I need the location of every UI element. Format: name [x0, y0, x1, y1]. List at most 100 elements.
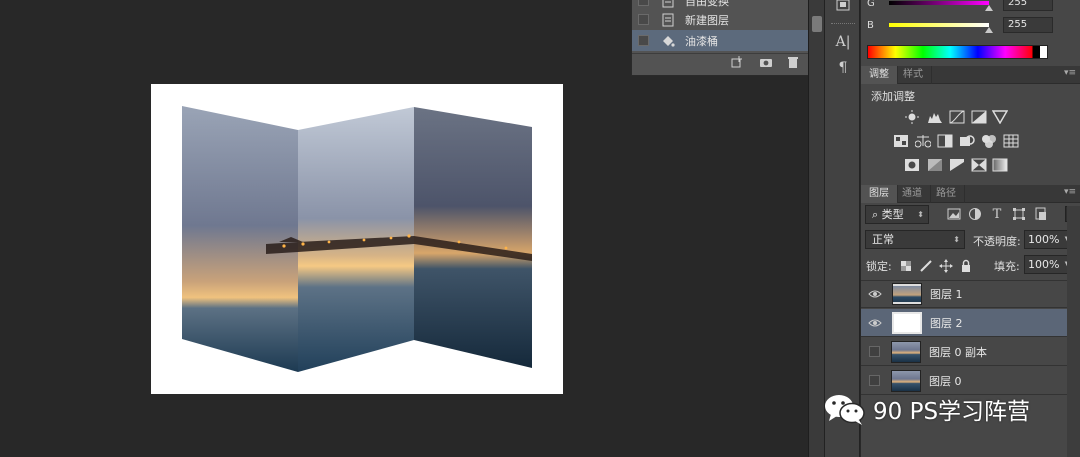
curves-icon[interactable] [949, 110, 965, 124]
levels-icon[interactable] [927, 110, 943, 124]
layer-name: 图层 2 [930, 316, 963, 330]
document-canvas[interactable] [151, 84, 563, 394]
history-item-label: 油漆桶 [685, 34, 718, 48]
hue-saturation-icon[interactable] [893, 134, 909, 148]
lock-label: 锁定: [866, 260, 892, 273]
panel-menu-icon[interactable]: ▾≡ [1064, 187, 1076, 197]
filter-adjustment-layer-icon[interactable] [968, 207, 982, 221]
color-spectrum-ramp[interactable] [867, 45, 1048, 59]
color-lookup-icon[interactable] [1003, 134, 1019, 148]
color-balance-icon[interactable] [915, 134, 931, 148]
trash-icon[interactable] [786, 56, 800, 68]
tab-layers[interactable]: 图层 [861, 185, 898, 203]
fill-value: 100% [1028, 258, 1060, 271]
adjustments-title: 添加调整 [871, 90, 915, 103]
history-item-label: 自由变换 [685, 0, 729, 8]
layer-filter-select[interactable]: ⌕ 类型 ⬍ [865, 205, 929, 224]
black-white-icon[interactable] [937, 134, 953, 148]
panel-dock-scrollbar[interactable] [808, 0, 824, 457]
visibility-toggle[interactable] [869, 346, 880, 357]
layers-scrollbar[interactable] [1067, 206, 1080, 457]
lock-transparent-pixels-icon[interactable] [899, 259, 913, 273]
history-item-selected[interactable]: 油漆桶 [632, 30, 810, 51]
search-icon: ⌕ [872, 208, 879, 221]
filter-kind-value: 类型 [881, 208, 904, 221]
eye-icon[interactable] [865, 316, 885, 330]
channel-slider[interactable] [889, 23, 993, 33]
posterize-icon[interactable] [927, 158, 943, 172]
watermark: 90 PS学习阵营 [823, 389, 1030, 429]
color-swatch-icon[interactable] [833, 0, 853, 18]
history-item[interactable]: 新建图层 [632, 9, 810, 30]
paragraph-icon[interactable]: ¶ [833, 59, 853, 77]
divider [831, 23, 855, 25]
document-icon [662, 0, 674, 7]
photo-filter-icon[interactable] [959, 134, 975, 148]
slider-knob[interactable] [985, 27, 993, 33]
tab-channels[interactable]: 通道 [894, 185, 931, 203]
layer-thumbnail [891, 340, 921, 363]
color-slider-b[interactable]: B 255 [867, 17, 1053, 33]
history-state-checkbox[interactable] [638, 14, 649, 25]
lock-all-icon[interactable] [959, 259, 973, 273]
invert-icon[interactable] [904, 158, 920, 172]
folded-photo-artwork [182, 106, 532, 372]
color-slider-g[interactable]: G 255 [867, 0, 1053, 11]
history-item-label: 新建图层 [685, 13, 729, 27]
watermark-text: 90 PS学习阵营 [873, 399, 1031, 425]
opacity-value: 100% [1028, 233, 1060, 246]
layer-row[interactable]: 图层 0 副本 [861, 338, 1067, 366]
exposure-icon[interactable] [971, 110, 987, 124]
layer-name: 图层 1 [930, 288, 963, 301]
tab-styles[interactable]: 样式 [895, 66, 932, 84]
blend-mode-value: 正常 [872, 233, 894, 246]
snapshot-camera-icon[interactable] [759, 56, 773, 68]
channel-slider[interactable] [889, 1, 993, 11]
filter-pixel-layer-icon[interactable] [947, 207, 961, 221]
layer-row-selected[interactable]: 图层 2 [861, 309, 1067, 337]
layer-name: 图层 0 副本 [929, 345, 987, 359]
history-panel: 自由变换 新建图层 油漆桶 [631, 0, 822, 76]
wechat-icon [825, 395, 865, 425]
channel-mixer-icon[interactable] [981, 134, 997, 148]
character-icon[interactable]: A| [833, 33, 853, 51]
channel-label: B [867, 19, 874, 31]
visibility-toggle[interactable] [869, 375, 880, 386]
layers-tabs: 图层 通道 路径 ▾≡ [861, 185, 1080, 203]
lock-position-icon[interactable] [939, 259, 953, 273]
gradient-map-icon[interactable] [992, 158, 1008, 172]
layer-thumbnail [892, 311, 922, 334]
adjustments-tabs: 调整 样式 ▾≡ [861, 66, 1080, 84]
slider-knob[interactable] [985, 5, 993, 11]
scroll-thumb[interactable] [812, 16, 822, 32]
chevron-updown-icon: ⬍ [917, 210, 924, 219]
vibrance-icon[interactable] [992, 110, 1008, 124]
tab-adjustments[interactable]: 调整 [861, 66, 898, 84]
threshold-icon[interactable] [949, 158, 965, 172]
layer-name: 图层 0 [929, 374, 962, 388]
opacity-label: 不透明度: [973, 235, 1021, 248]
channel-value-input[interactable]: 255 [1003, 17, 1053, 33]
filter-shape-layer-icon[interactable] [1012, 207, 1026, 221]
panel-menu-icon[interactable]: ▾≡ [1064, 68, 1076, 78]
tab-paths[interactable]: 路径 [928, 185, 965, 203]
fill-label: 填充: [994, 260, 1020, 273]
document-icon [662, 13, 674, 26]
filter-smart-object-icon[interactable] [1034, 207, 1048, 221]
channel-label: G [867, 0, 875, 9]
paint-bucket-icon [663, 35, 675, 47]
selective-color-icon[interactable] [971, 158, 987, 172]
brightness-icon[interactable] [904, 110, 920, 124]
layer-row[interactable]: 图层 1 [861, 280, 1067, 308]
chevron-updown-icon: ⬍ [953, 235, 960, 244]
channel-value-input[interactable]: 255 [1003, 0, 1053, 11]
lock-image-pixels-icon[interactable] [919, 259, 933, 273]
new-document-from-state-icon[interactable] [730, 56, 744, 68]
filter-type-layer-icon[interactable]: T [990, 207, 1004, 222]
eye-icon[interactable] [865, 287, 885, 301]
layer-thumbnail [892, 283, 922, 305]
history-state-checkbox[interactable] [638, 35, 649, 46]
blend-mode-select[interactable]: 正常 ⬍ [865, 230, 965, 249]
history-footer [632, 53, 821, 69]
history-state-checkbox[interactable] [638, 0, 649, 6]
